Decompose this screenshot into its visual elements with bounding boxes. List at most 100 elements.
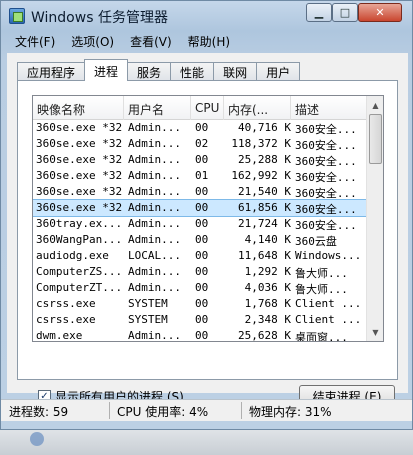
process-user-name: Admin... (128, 265, 181, 278)
tab-strip: 应用程序 进程 服务 性能 联网 用户 (17, 59, 301, 81)
column-image-name[interactable]: 映像名称 (33, 96, 124, 120)
process-description: 360安全... (295, 139, 357, 152)
process-user-name: Admin... (128, 201, 181, 214)
process-row[interactable]: 360se.exe *32 Admin... 01 162,992 K 360安全... (33, 168, 366, 184)
process-user-name: SYSTEM (128, 313, 168, 326)
process-image-name: 360se.exe *32 (36, 185, 123, 198)
column-cpu[interactable]: CPU (191, 96, 224, 120)
process-description: Client ... (295, 297, 362, 310)
status-bar: 进程数: 59 CPU 使用率: 4% 物理内存: 31% (1, 399, 412, 421)
maximize-button[interactable]: □ (332, 3, 358, 22)
menu-help[interactable]: 帮助(H) (180, 31, 238, 51)
tab-networking[interactable]: 联网 (213, 62, 258, 81)
process-description: Windows... (295, 249, 362, 262)
close-button[interactable]: ✕ (358, 3, 402, 22)
status-divider (109, 402, 110, 419)
process-image-name: 360se.exe *32 (36, 121, 123, 134)
process-cpu: 00 (195, 233, 209, 246)
window-title: Windows 任务管理器 (31, 10, 168, 26)
menu-view[interactable]: 查看(V) (122, 31, 180, 51)
minimize-button[interactable]: ▁ (306, 3, 332, 22)
menu-options[interactable]: 选项(O) (63, 31, 122, 51)
process-image-name: 360se.exe *32 (36, 137, 123, 150)
process-cpu: 00 (195, 249, 209, 262)
process-cpu: 00 (195, 297, 209, 310)
process-description: 360安全... (295, 155, 357, 168)
background-area (0, 430, 413, 455)
vertical-scrollbar[interactable]: ▲ ▼ (366, 96, 383, 341)
tab-users[interactable]: 用户 (256, 62, 301, 81)
process-row[interactable]: 360se.exe *32 Admin... 00 40,716 K 360安全... (33, 120, 366, 136)
process-cpu: 00 (195, 281, 209, 294)
process-cpu: 00 (195, 313, 209, 326)
process-memory: 21,724 K (238, 217, 291, 230)
process-row[interactable]: csrss.exe SYSTEM 00 1,768 K Client ... (33, 296, 366, 312)
process-row[interactable]: ComputerZT... Admin... 00 4,036 K 鲁大师... (33, 280, 366, 296)
process-description: Client ... (295, 313, 362, 326)
process-description: 360安全... (295, 171, 357, 184)
process-user-name: LOCAL... (128, 249, 181, 262)
menu-file[interactable]: 文件(F) (7, 31, 63, 51)
process-cpu: 00 (195, 121, 209, 134)
process-description: 360云盘 (295, 235, 337, 248)
process-cpu: 00 (195, 153, 209, 166)
main-content: 应用程序 进程 服务 性能 联网 用户 映像名称 用户名 CPU 内存(... … (7, 53, 408, 407)
process-user-name: Admin... (128, 153, 181, 166)
scroll-down-arrow-icon[interactable]: ▼ (368, 324, 383, 340)
process-user-name: Admin... (128, 233, 181, 246)
process-memory: 162,992 K (231, 169, 291, 182)
process-description: 鲁大师... (295, 267, 348, 280)
process-memory: 1,768 K (244, 297, 291, 310)
process-user-name: SYSTEM (128, 297, 168, 310)
process-cpu: 00 (195, 201, 209, 214)
process-cpu: 00 (195, 329, 209, 342)
process-memory: 25,288 K (238, 153, 291, 166)
process-row[interactable]: 360se.exe *32 Admin... 00 25,288 K 360安全... (33, 152, 366, 168)
task-manager-icon (9, 8, 25, 24)
process-memory: 4,036 K (244, 281, 291, 294)
process-cpu: 00 (195, 217, 209, 230)
column-description[interactable]: 描述 (291, 96, 366, 120)
process-description: 360安全... (295, 123, 357, 136)
column-user-name[interactable]: 用户名 (124, 96, 191, 120)
tab-applications[interactable]: 应用程序 (17, 62, 86, 81)
task-manager-window: Windows 任务管理器 ▁ □ ✕ 文件(F) 选项(O) 查看(V) 帮助… (0, 0, 413, 430)
process-cpu: 00 (195, 185, 209, 198)
process-image-name: 360se.exe *32 (36, 169, 123, 182)
process-row[interactable]: dwm.exe Admin... 00 25,628 K 桌面窗... (33, 328, 366, 342)
process-row[interactable]: 360se.exe *32 Admin... 00 21,540 K 360安全... (33, 184, 366, 200)
process-user-name: Admin... (128, 121, 181, 134)
process-image-name: 360tray.ex... (36, 217, 123, 230)
process-user-name: Admin... (128, 281, 181, 294)
process-row[interactable]: audiodg.exe LOCAL... 00 11,648 K Windows... (33, 248, 366, 264)
title-bar[interactable]: Windows 任务管理器 ▁ □ ✕ (1, 1, 412, 31)
process-image-name: csrss.exe (36, 297, 96, 310)
process-row[interactable]: 360se.exe *32 Admin... 00 61,856 K 360安全... (33, 199, 367, 217)
process-image-name: 360se.exe *32 (36, 153, 123, 166)
process-row[interactable]: ComputerZS... Admin... 00 1,292 K 鲁大师... (33, 264, 366, 280)
scrollbar-thumb[interactable] (369, 114, 382, 164)
process-row[interactable]: 360tray.ex... Admin... 00 21,724 K 360安全... (33, 216, 366, 232)
status-physical-memory: 物理内存: 31% (249, 405, 332, 419)
column-header-row: 映像名称 用户名 CPU 内存(... 描述 (33, 96, 366, 120)
process-memory: 1,292 K (244, 265, 291, 278)
process-user-name: Admin... (128, 185, 181, 198)
column-memory[interactable]: 内存(... (224, 96, 291, 120)
tab-performance[interactable]: 性能 (170, 62, 215, 81)
background-app-icon (30, 432, 44, 446)
tab-processes[interactable]: 进程 (84, 59, 129, 81)
tab-services[interactable]: 服务 (127, 62, 172, 81)
process-memory: 4,140 K (244, 233, 291, 246)
scroll-up-arrow-icon[interactable]: ▲ (368, 97, 383, 113)
process-description: 鲁大师... (295, 283, 348, 296)
process-row[interactable]: 360WangPan... Admin... 00 4,140 K 360云盘 (33, 232, 366, 248)
status-process-count: 进程数: 59 (9, 405, 69, 419)
process-description: 360安全... (295, 187, 357, 200)
process-memory: 118,372 K (231, 137, 291, 150)
process-row[interactable]: 360se.exe *32 Admin... 02 118,372 K 360安全... (33, 136, 366, 152)
process-cpu: 02 (195, 137, 209, 150)
process-row[interactable]: csrss.exe SYSTEM 00 2,348 K Client ... (33, 312, 366, 328)
process-memory: 2,348 K (244, 313, 291, 326)
process-list[interactable]: 映像名称 用户名 CPU 内存(... 描述 360se.exe *32 Admi… (32, 95, 384, 342)
process-memory: 25,628 K (238, 329, 291, 342)
